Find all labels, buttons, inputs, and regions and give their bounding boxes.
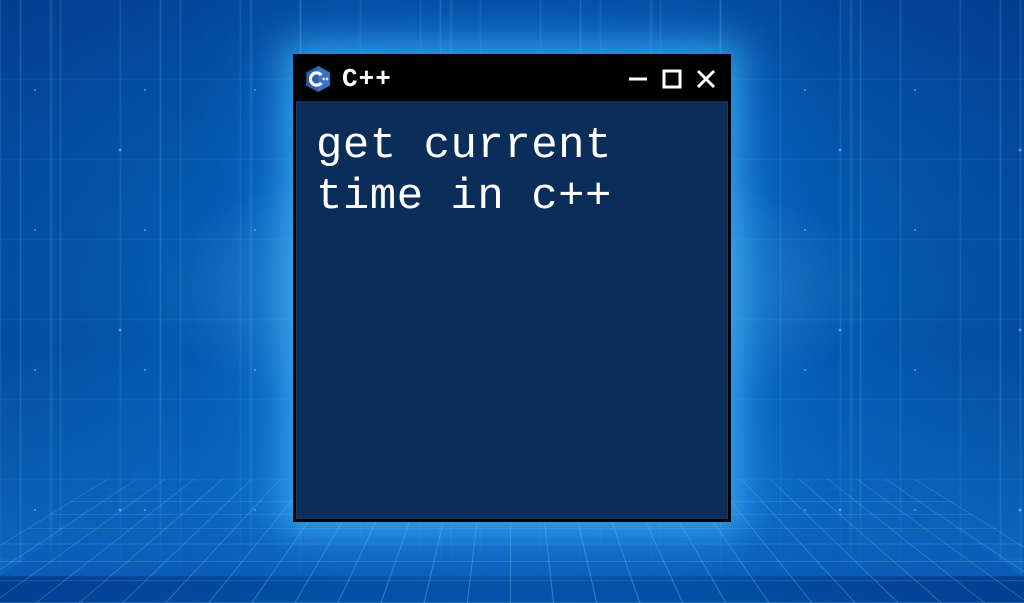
window-controls bbox=[626, 67, 718, 91]
terminal-window: C++ get current time in c++ bbox=[293, 54, 731, 522]
minimize-button[interactable] bbox=[626, 67, 650, 91]
cpp-hex-icon bbox=[304, 65, 332, 93]
terminal-content: get current time in c++ bbox=[296, 101, 728, 519]
titlebar[interactable]: C++ bbox=[296, 57, 728, 101]
maximize-button[interactable] bbox=[660, 67, 684, 91]
window-title: C++ bbox=[342, 64, 616, 94]
close-button[interactable] bbox=[694, 67, 718, 91]
